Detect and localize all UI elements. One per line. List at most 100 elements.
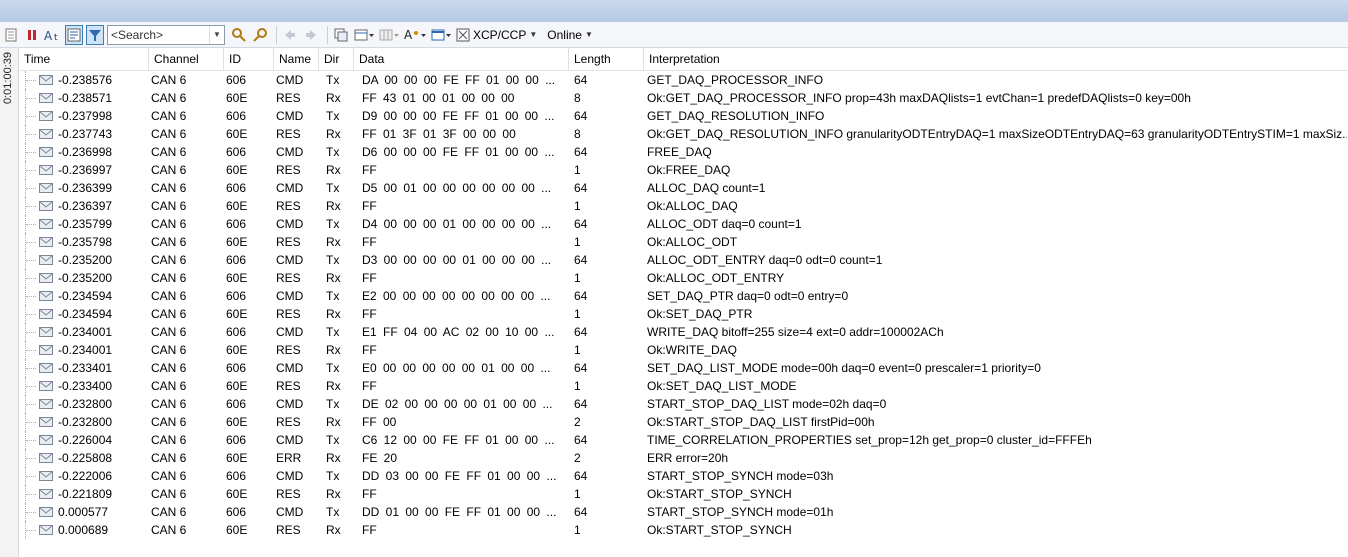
table-row[interactable]: 0.000577 CAN 6 606 CMD Tx DD 01 00 00 FE FF 0… — [19, 503, 1348, 521]
column-header-data[interactable]: Data — [354, 48, 569, 70]
table-row[interactable]: -0.234594 CAN 6 60E RES Rx FF 1 Ok:SET_DAQ_PTR — [19, 305, 1348, 323]
font-size-icon[interactable]: At — [44, 25, 62, 45]
cell-name: RES — [276, 307, 301, 321]
cell-interp: SET_DAQ_PTR daq=0 odt=0 entry=0 — [647, 289, 849, 303]
font-color-icon[interactable]: A — [403, 25, 427, 45]
table-row[interactable]: -0.232800 CAN 6 60E RES Rx FF 00 2 Ok:START_STO… — [19, 413, 1348, 431]
table-row[interactable]: -0.222006 CAN 6 606 CMD Tx DD 03 00 00 FE FF … — [19, 467, 1348, 485]
forward-arrow-icon[interactable] — [302, 25, 320, 45]
cell-dir: Tx — [326, 361, 340, 375]
column-header-interpretation[interactable]: Interpretation — [644, 48, 1348, 70]
chevron-down-icon[interactable]: ▼ — [209, 25, 224, 44]
tree-connector — [25, 215, 38, 233]
cell-interp: Ok:ALLOC_ODT_ENTRY — [647, 271, 785, 285]
cell-time: -0.225808 — [58, 451, 113, 465]
time-ruler: 0:01:00:39 — [0, 48, 19, 557]
svg-text:A: A — [44, 29, 53, 42]
cell-interp: Ok:GET_DAQ_RESOLUTION_INFO granularityOD… — [647, 127, 1347, 141]
cell-dir: Tx — [326, 325, 340, 339]
protocol-selector[interactable]: XCP/CCP ▼ — [455, 27, 537, 43]
columns-icon[interactable] — [378, 25, 400, 45]
cell-interp: ALLOC_DAQ count=1 — [647, 181, 766, 195]
cell-data: DE 02 00 00 00 00 01 00 00 ... — [362, 397, 553, 411]
pause-icon[interactable] — [23, 25, 41, 45]
filter-icon[interactable] — [2, 25, 20, 45]
table-row[interactable]: -0.236397 CAN 6 60E RES Rx FF 1 Ok:ALLOC_DAQ — [19, 197, 1348, 215]
cell-length: 1 — [574, 199, 581, 213]
layout-icon[interactable] — [353, 25, 375, 45]
cell-name: CMD — [276, 73, 304, 87]
view-detail-icon[interactable] — [65, 24, 83, 45]
window-icon[interactable] — [430, 25, 452, 45]
cell-time: -0.234594 — [58, 289, 113, 303]
table-row[interactable]: -0.235799 CAN 6 606 CMD Tx D4 00 00 00 01 00 … — [19, 215, 1348, 233]
table-row[interactable]: -0.236998 CAN 6 606 CMD Tx D6 00 00 00 FE FF … — [19, 143, 1348, 161]
table-row[interactable]: -0.234001 CAN 6 60E RES Rx FF 1 Ok:WRITE_DAQ — [19, 341, 1348, 359]
copy-icon[interactable] — [332, 25, 350, 45]
table-row[interactable]: -0.225808 CAN 6 60E ERR Rx FE 20 2 ERR error=20… — [19, 449, 1348, 467]
table-row[interactable]: -0.235798 CAN 6 60E RES Rx FF 1 Ok:ALLOC_ODT — [19, 233, 1348, 251]
cell-time: -0.236998 — [58, 145, 113, 159]
cell-data: D5 00 01 00 00 00 00 00 00 ... — [362, 181, 552, 195]
message-envelope-icon — [39, 345, 53, 355]
cell-length: 1 — [574, 379, 581, 393]
table-row[interactable]: -0.237743 CAN 6 60E RES Rx FF 01 3F 01 3F 00 … — [19, 125, 1348, 143]
table-row[interactable]: -0.233400 CAN 6 60E RES Rx FF 1 Ok:SET_DAQ_LIST… — [19, 377, 1348, 395]
cell-dir: Tx — [326, 397, 340, 411]
table-row[interactable]: -0.232800 CAN 6 606 CMD Tx DE 02 00 00 00 00 … — [19, 395, 1348, 413]
tree-connector — [25, 305, 38, 323]
cell-id: 60E — [226, 271, 248, 285]
tree-connector — [25, 143, 38, 161]
cell-name: RES — [276, 343, 301, 357]
cell-channel: CAN 6 — [151, 469, 187, 483]
table-row[interactable]: -0.236399 CAN 6 606 CMD Tx D5 00 01 00 00 00 … — [19, 179, 1348, 197]
column-header-channel[interactable]: Channel — [149, 48, 224, 70]
message-envelope-icon — [39, 111, 53, 121]
column-header-length[interactable]: Length — [569, 48, 644, 70]
table-row[interactable]: -0.234594 CAN 6 606 CMD Tx E2 00 00 00 00 00 … — [19, 287, 1348, 305]
cell-name: CMD — [276, 505, 304, 519]
cell-name: CMD — [276, 397, 304, 411]
column-header-time[interactable]: Time — [19, 48, 149, 70]
cell-id: 606 — [226, 433, 247, 447]
table-row[interactable]: -0.235200 CAN 6 606 CMD Tx D3 00 00 00 00 01 … — [19, 251, 1348, 269]
table-row[interactable]: -0.221809 CAN 6 60E RES Rx FF 1 Ok:START_STOP_S… — [19, 485, 1348, 503]
mode-selector[interactable]: Online ▼ — [547, 28, 593, 42]
search-input[interactable]: <Search> — [108, 28, 209, 42]
cell-interp: START_STOP_SYNCH mode=01h — [647, 505, 834, 519]
table-row[interactable]: -0.234001 CAN 6 606 CMD Tx E1 FF 04 00 AC 02 … — [19, 323, 1348, 341]
cell-length: 8 — [574, 127, 581, 141]
cell-name: CMD — [276, 325, 304, 339]
cell-id: 60E — [226, 487, 248, 501]
cell-data: FE 20 — [362, 451, 398, 465]
cell-id: 60E — [226, 523, 248, 537]
back-arrow-icon[interactable] — [281, 25, 299, 45]
column-header-dir[interactable]: Dir — [319, 48, 354, 70]
column-header-id[interactable]: ID — [224, 48, 274, 70]
find-next-icon[interactable] — [230, 25, 248, 45]
table-row[interactable]: -0.238571 CAN 6 60E RES Rx FF 43 01 00 01 00 … — [19, 89, 1348, 107]
cell-id: 60E — [226, 163, 248, 177]
cell-name: RES — [276, 523, 301, 537]
table-row[interactable]: -0.237998 CAN 6 606 CMD Tx D9 00 00 00 FE FF … — [19, 107, 1348, 125]
window-title-bar — [0, 0, 1348, 23]
cell-data: D6 00 00 00 FE FF 01 00 00 ... — [362, 145, 555, 159]
tree-connector — [25, 503, 38, 521]
filter-view-icon[interactable] — [86, 24, 104, 45]
table-row[interactable]: 0.000689 CAN 6 60E RES Rx FF 1 Ok:START_STOP_SY… — [19, 521, 1348, 539]
table-row[interactable]: -0.233401 CAN 6 606 CMD Tx E0 00 00 00 00 00 … — [19, 359, 1348, 377]
table-row[interactable]: -0.226004 CAN 6 606 CMD Tx C6 12 00 00 FE FF … — [19, 431, 1348, 449]
table-row[interactable]: -0.238576 CAN 6 606 CMD Tx DA 00 00 00 FE FF … — [19, 71, 1348, 89]
table-row[interactable]: -0.236997 CAN 6 60E RES Rx FF 1 Ok:FREE_DAQ — [19, 161, 1348, 179]
cell-channel: CAN 6 — [151, 415, 187, 429]
tree-connector — [25, 449, 38, 467]
cell-interp: ALLOC_ODT_ENTRY daq=0 odt=0 count=1 — [647, 253, 883, 267]
column-header-name[interactable]: Name — [274, 48, 319, 70]
cell-name: RES — [276, 415, 301, 429]
cell-length: 64 — [574, 181, 588, 195]
message-envelope-icon — [39, 489, 53, 499]
find-previous-icon[interactable] — [251, 25, 269, 45]
search-combobox[interactable]: <Search> ▼ — [107, 24, 225, 45]
table-row[interactable]: -0.235200 CAN 6 60E RES Rx FF 1 Ok:ALLOC_ODT_EN… — [19, 269, 1348, 287]
message-envelope-icon — [39, 237, 53, 247]
